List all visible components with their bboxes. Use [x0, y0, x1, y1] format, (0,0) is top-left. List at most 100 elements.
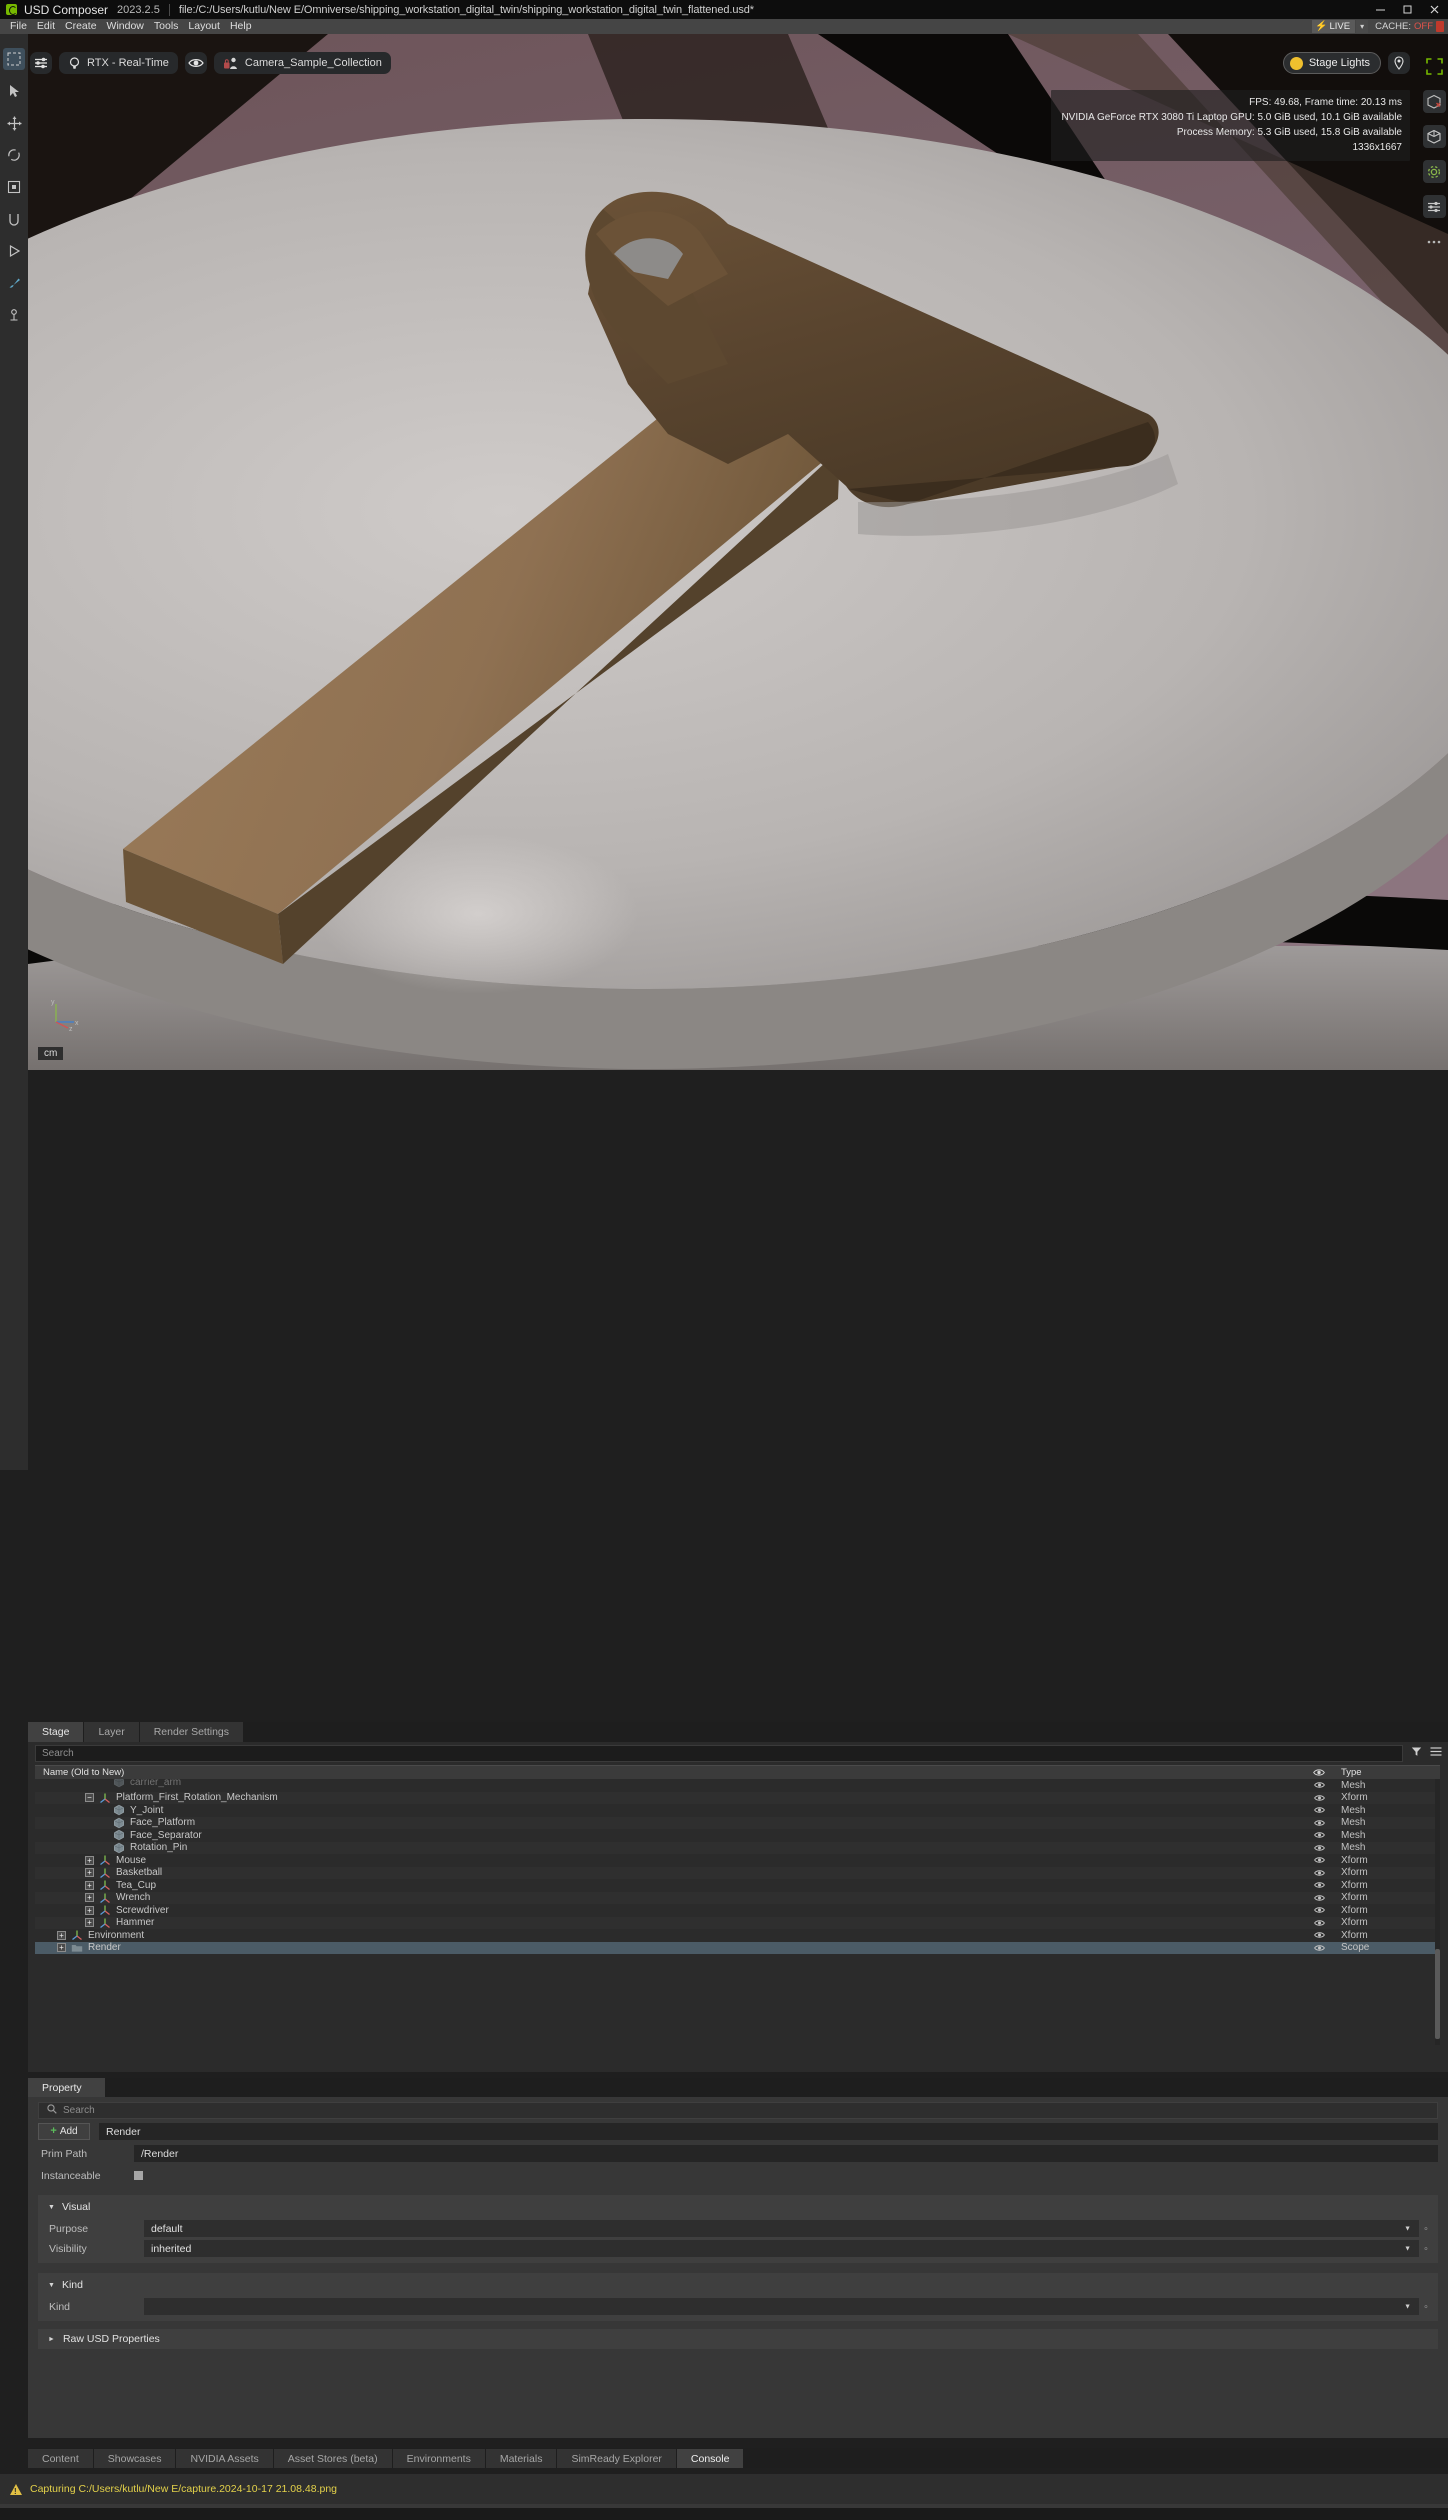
- camera-selector[interactable]: Camera_Sample_Collection: [213, 52, 391, 74]
- live-dropdown-button[interactable]: ▾: [1356, 20, 1369, 33]
- visibility-toggle-icon[interactable]: [1303, 1919, 1335, 1927]
- menu-help[interactable]: Help: [225, 19, 257, 34]
- viewport-settings-icon[interactable]: [30, 52, 52, 74]
- select-mode-icon[interactable]: [3, 48, 25, 70]
- tree-expand-button[interactable]: +: [85, 1905, 94, 1915]
- menu-layout[interactable]: Layout: [183, 19, 225, 34]
- visibility-toggle-icon[interactable]: [1303, 1944, 1335, 1952]
- kind-reset-dot[interactable]: ∘: [1422, 2301, 1430, 2312]
- viewport-expand-icon[interactable]: [1423, 55, 1446, 78]
- paint-tool-icon[interactable]: [3, 272, 25, 294]
- stage-tree-row[interactable]: + Screwdriver Xform: [35, 1904, 1440, 1917]
- purpose-combo[interactable]: default ▼: [144, 2220, 1419, 2237]
- kind-combo[interactable]: ▼: [144, 2298, 1419, 2315]
- raw-usd-properties-header[interactable]: ► Raw USD Properties: [38, 2329, 1438, 2349]
- tree-collapse-button[interactable]: −: [85, 1793, 94, 1803]
- tree-expand-button[interactable]: +: [85, 1918, 94, 1928]
- menu-edit[interactable]: Edit: [32, 19, 60, 34]
- tab-layer[interactable]: Layer: [84, 1722, 139, 1742]
- renderer-selector[interactable]: RTX - Real-Time: [59, 52, 178, 74]
- purpose-reset-dot[interactable]: ∘: [1422, 2223, 1430, 2234]
- funnel-icon[interactable]: [1411, 1744, 1422, 1762]
- prim-path-field[interactable]: /Render: [134, 2145, 1438, 2162]
- close-button[interactable]: [1421, 0, 1448, 19]
- stage-tree-row[interactable]: + Wrench Xform: [35, 1891, 1440, 1904]
- cursor-select-icon[interactable]: [3, 80, 25, 102]
- stage-search-input[interactable]: Search: [35, 1744, 1403, 1762]
- column-header-name[interactable]: Name (Old to New): [35, 1767, 1303, 1778]
- menu-tools[interactable]: Tools: [149, 19, 184, 34]
- stage-tree-row[interactable]: + Render Scope: [35, 1941, 1440, 1954]
- visibility-toggle-icon[interactable]: [1303, 1806, 1335, 1814]
- physics-tool-icon[interactable]: [3, 304, 25, 326]
- tree-expand-button[interactable]: +: [85, 1880, 94, 1890]
- bottom-tab-simready[interactable]: SimReady Explorer: [557, 2449, 676, 2468]
- prim-name-field[interactable]: Render: [99, 2123, 1438, 2140]
- minimize-button[interactable]: [1367, 0, 1394, 19]
- tree-expand-button[interactable]: +: [57, 1930, 66, 1940]
- tab-render-settings[interactable]: Render Settings: [139, 1722, 244, 1742]
- tab-property[interactable]: Property: [28, 2078, 105, 2097]
- move-tool-icon[interactable]: [3, 112, 25, 134]
- maximize-button[interactable]: [1394, 0, 1421, 19]
- visibility-reset-dot[interactable]: ∘: [1422, 2243, 1430, 2254]
- menu-window[interactable]: Window: [102, 19, 149, 34]
- bottom-tab-showcases[interactable]: Showcases: [93, 2449, 176, 2468]
- stage-tree-row[interactable]: + Mouse Xform: [35, 1854, 1440, 1867]
- stage-tree-row[interactable]: Y_Joint Mesh: [35, 1804, 1440, 1817]
- tree-expand-button[interactable]: +: [57, 1943, 66, 1953]
- scale-tool-icon[interactable]: [3, 176, 25, 198]
- stage-tree-row[interactable]: − Platform_First_Rotation_Mechanism Xform: [35, 1791, 1440, 1804]
- stage-tree-row[interactable]: Rotation_Pin Mesh: [35, 1841, 1440, 1854]
- viewport-3d[interactable]: y x z cm: [28, 34, 1448, 1070]
- visibility-toggle-icon[interactable]: [1303, 1794, 1335, 1802]
- visibility-toggle-icon[interactable]: [1303, 1931, 1335, 1939]
- stage-tree-scrollbar[interactable]: [1435, 1779, 1440, 2045]
- visibility-toggle-icon[interactable]: [1303, 1906, 1335, 1914]
- add-property-button[interactable]: + Add: [38, 2123, 90, 2140]
- menu-file[interactable]: File: [5, 19, 32, 34]
- snap-tool-icon[interactable]: [3, 208, 25, 230]
- cube-delete-icon[interactable]: [1422, 90, 1446, 113]
- bottom-tab-console[interactable]: Console: [676, 2449, 744, 2468]
- visibility-toggle-icon[interactable]: [1303, 1781, 1335, 1789]
- visibility-toggle-icon[interactable]: [1303, 1844, 1335, 1852]
- stage-tree[interactable]: carrier_arm Mesh − Platform_First_Rotation_…: [35, 1779, 1440, 2045]
- eye-icon[interactable]: [184, 52, 207, 74]
- bottom-tab-materials[interactable]: Materials: [485, 2449, 557, 2468]
- hamburger-icon[interactable]: [1430, 1744, 1442, 1762]
- cube-add-icon[interactable]: [1422, 125, 1446, 148]
- visibility-toggle-icon[interactable]: [1303, 1831, 1335, 1839]
- live-toggle-button[interactable]: ⚡ LIVE: [1312, 20, 1356, 33]
- bottom-tab-environments[interactable]: Environments: [392, 2449, 485, 2468]
- rotate-tool-icon[interactable]: [3, 144, 25, 166]
- play-animation-icon[interactable]: [3, 240, 25, 262]
- visibility-combo[interactable]: inherited ▼: [144, 2240, 1419, 2257]
- column-header-type[interactable]: Type: [1335, 1767, 1440, 1778]
- cache-value[interactable]: OFF: [1414, 21, 1433, 32]
- stage-tree-row[interactable]: + Hammer Xform: [35, 1916, 1440, 1929]
- tree-expand-button[interactable]: +: [85, 1855, 94, 1865]
- sliders-adjust-icon[interactable]: [1422, 195, 1446, 218]
- stage-tree-row[interactable]: + Environment Xform: [35, 1929, 1440, 1942]
- visibility-toggle-icon[interactable]: [1303, 1869, 1335, 1877]
- tree-expand-button[interactable]: +: [85, 1893, 94, 1903]
- visibility-toggle-icon[interactable]: [1303, 1819, 1335, 1827]
- bottom-tab-asset-stores[interactable]: Asset Stores (beta): [273, 2449, 392, 2468]
- property-search-input[interactable]: Search: [38, 2102, 1438, 2119]
- visibility-toggle-icon[interactable]: [1303, 1881, 1335, 1889]
- section-visual-header[interactable]: ▼ Visual: [38, 2199, 1438, 2217]
- tree-expand-button[interactable]: +: [85, 1868, 94, 1878]
- visibility-toggle-icon[interactable]: [1303, 1856, 1335, 1864]
- instanceable-checkbox[interactable]: [134, 2171, 143, 2180]
- menu-create[interactable]: Create: [60, 19, 102, 34]
- bottom-tab-nvidia-assets[interactable]: NVIDIA Assets: [176, 2449, 273, 2468]
- stage-tree-row[interactable]: + Tea_Cup Xform: [35, 1879, 1440, 1892]
- stage-tree-row[interactable]: carrier_arm Mesh: [35, 1779, 1440, 1792]
- options-dots-icon[interactable]: [1423, 230, 1446, 253]
- section-kind-header[interactable]: ▼ Kind: [38, 2277, 1438, 2295]
- location-pin-icon[interactable]: [1388, 52, 1410, 74]
- settings-gear-icon[interactable]: [1422, 160, 1446, 183]
- stage-tree-row[interactable]: + Basketball Xform: [35, 1866, 1440, 1879]
- bottom-tab-content[interactable]: Content: [28, 2449, 93, 2468]
